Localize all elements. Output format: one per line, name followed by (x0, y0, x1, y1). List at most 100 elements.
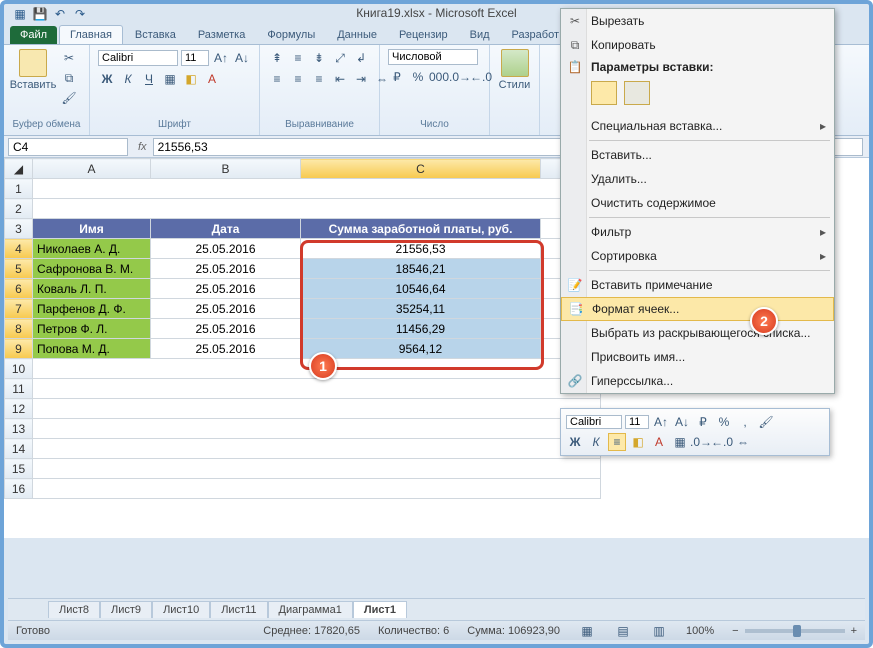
mini-inc-decimal-icon[interactable]: .0→ (692, 433, 710, 451)
row-header[interactable]: 1 (5, 179, 33, 199)
cell-date[interactable]: 25.05.2016 (151, 299, 301, 319)
sheet-tab-active[interactable]: Лист1 (353, 601, 407, 618)
cell-name[interactable]: Николаев А. Д. (33, 239, 151, 259)
row-header[interactable]: 2 (5, 199, 33, 219)
mini-currency-icon[interactable]: ₽ (694, 413, 712, 431)
ctx-insert-comment[interactable]: 📝Вставить примечание (561, 273, 834, 297)
indent-dec-icon[interactable]: ⇤ (331, 70, 349, 88)
orientation-icon[interactable]: ⤢ (331, 49, 349, 67)
mini-fill-color-button[interactable]: ◧ (629, 433, 647, 451)
worksheet-grid[interactable]: ◢ A B C 1 2 3 Имя Дата Сумма заработной … (4, 158, 601, 499)
row-header[interactable]: 5 (5, 259, 33, 279)
mini-font-name[interactable]: Calibri (566, 415, 622, 429)
cell-value[interactable]: 18546,21 (301, 259, 541, 279)
col-header-a[interactable]: A (33, 159, 151, 179)
row-header[interactable]: 7 (5, 299, 33, 319)
name-box[interactable] (8, 138, 128, 156)
mini-align-center-button[interactable]: ≡ (608, 433, 626, 451)
indent-inc-icon[interactable]: ⇥ (352, 70, 370, 88)
redo-icon[interactable]: ↷ (72, 6, 88, 22)
ctx-define-name[interactable]: Присвоить имя... (561, 345, 834, 369)
zoom-in-icon[interactable]: + (851, 625, 857, 637)
percent-icon[interactable]: % (409, 68, 427, 86)
ctx-clear[interactable]: Очистить содержимое (561, 191, 834, 215)
ctx-insert[interactable]: Вставить... (561, 143, 834, 167)
row-header[interactable]: 4 (5, 239, 33, 259)
cell-name[interactable]: Сафронова В. М. (33, 259, 151, 279)
col-header-b[interactable]: B (151, 159, 301, 179)
file-tab[interactable]: Файл (10, 26, 57, 44)
copy-icon[interactable]: ⧉ (60, 69, 78, 87)
align-right-icon[interactable]: ≡ (310, 70, 328, 88)
number-format-select[interactable]: Числовой (388, 49, 478, 65)
tab-insert[interactable]: Вставка (125, 26, 186, 44)
cell-name[interactable]: Парфенов Д. Ф. (33, 299, 151, 319)
ctx-sort[interactable]: Сортировка▸ (561, 244, 834, 268)
view-normal-icon[interactable]: ▦ (578, 622, 596, 640)
row-header[interactable]: 15 (5, 459, 33, 479)
ctx-paste-special[interactable]: Специальная вставка...▸ (561, 114, 834, 138)
ctx-copy[interactable]: ⧉Копировать (561, 33, 834, 57)
row-header[interactable]: 12 (5, 399, 33, 419)
save-icon[interactable]: 💾 (32, 6, 48, 22)
mini-percent-icon[interactable]: % (715, 413, 733, 431)
tab-data[interactable]: Данные (327, 26, 387, 44)
align-left-icon[interactable]: ≡ (268, 70, 286, 88)
ctx-delete[interactable]: Удалить... (561, 167, 834, 191)
zoom-slider[interactable]: − + (732, 625, 857, 637)
cell-date[interactable]: 25.05.2016 (151, 339, 301, 359)
shrink-font-icon[interactable]: A↓ (233, 49, 251, 67)
wrap-text-icon[interactable]: ↲ (352, 49, 370, 67)
mini-comma-icon[interactable]: , (736, 413, 754, 431)
italic-button[interactable]: К (119, 70, 137, 88)
row-header[interactable]: 11 (5, 379, 33, 399)
row-header[interactable]: 13 (5, 419, 33, 439)
view-page-break-icon[interactable]: ▥ (650, 622, 668, 640)
mini-merge-icon[interactable]: ⇔ (734, 433, 752, 451)
cell-date[interactable]: 25.05.2016 (151, 319, 301, 339)
mini-font-size[interactable]: 11 (625, 415, 649, 429)
align-center-icon[interactable]: ≡ (289, 70, 307, 88)
font-name-select[interactable]: Calibri (98, 50, 178, 66)
row-header[interactable]: 3 (5, 219, 33, 239)
cell[interactable] (33, 459, 601, 479)
cell-name[interactable]: Петров Ф. Л. (33, 319, 151, 339)
align-middle-icon[interactable]: ≡ (289, 49, 307, 67)
cell[interactable] (33, 399, 601, 419)
table-head-date[interactable]: Дата (151, 219, 301, 239)
cell-value[interactable]: 9564,12 (301, 339, 541, 359)
cell[interactable] (33, 199, 601, 219)
mini-border-button[interactable]: ▦ (671, 433, 689, 451)
cell-value[interactable]: 10546,64 (301, 279, 541, 299)
cell[interactable] (33, 379, 601, 399)
cell[interactable] (33, 419, 601, 439)
mini-font-color-button[interactable]: A (650, 433, 668, 451)
tab-view[interactable]: Вид (460, 26, 500, 44)
format-painter-icon[interactable]: 🖌 (60, 89, 78, 107)
cut-icon[interactable]: ✂ (60, 49, 78, 67)
row-header[interactable]: 14 (5, 439, 33, 459)
ctx-pick-from-list[interactable]: Выбрать из раскрывающегося списка... (561, 321, 834, 345)
align-top-icon[interactable]: ⇞ (268, 49, 286, 67)
tab-formulas[interactable]: Формулы (257, 26, 325, 44)
mini-dec-decimal-icon[interactable]: ←.0 (713, 433, 731, 451)
zoom-out-icon[interactable]: − (732, 625, 738, 637)
cell-name[interactable]: Коваль Л. П. (33, 279, 151, 299)
mini-shrink-font-icon[interactable]: A↓ (673, 413, 691, 431)
tab-review[interactable]: Рецензир (389, 26, 458, 44)
cell-value[interactable]: 35254,11 (301, 299, 541, 319)
dec-decimal-icon[interactable]: ←.0 (472, 68, 490, 86)
cell[interactable] (33, 479, 601, 499)
sheet-tab[interactable]: Диаграмма1 (268, 601, 353, 618)
select-all-corner[interactable]: ◢ (5, 159, 33, 179)
row-header[interactable]: 9 (5, 339, 33, 359)
row-header[interactable]: 10 (5, 359, 33, 379)
sheet-tab[interactable]: Лист11 (210, 601, 267, 618)
row-header[interactable]: 6 (5, 279, 33, 299)
cell-date[interactable]: 25.05.2016 (151, 239, 301, 259)
cell[interactable] (33, 439, 601, 459)
table-head-name[interactable]: Имя (33, 219, 151, 239)
fx-icon[interactable]: fx (138, 141, 147, 153)
sheet-tab[interactable]: Лист10 (152, 601, 210, 618)
grow-font-icon[interactable]: A↑ (212, 49, 230, 67)
